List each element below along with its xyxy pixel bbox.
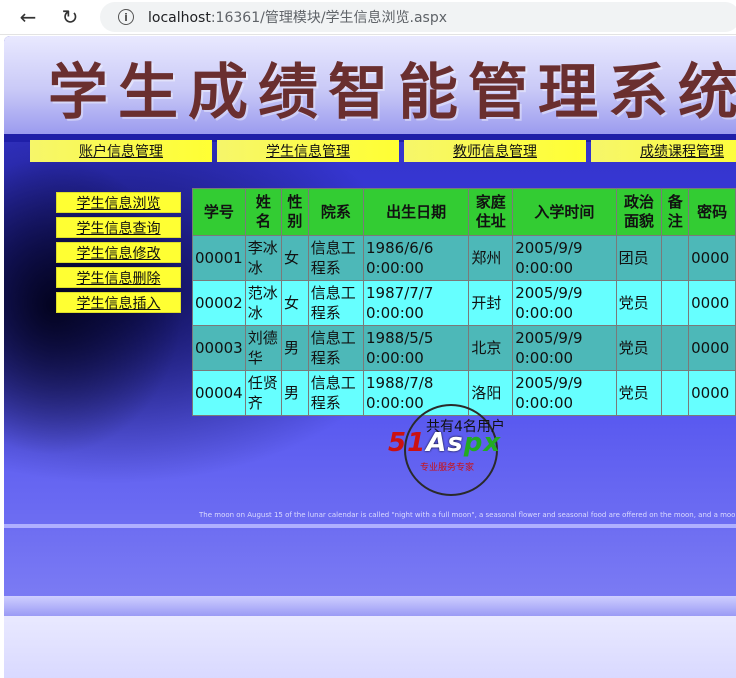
col-header: 性别: [280, 188, 309, 236]
table-cell: 00004: [192, 370, 246, 416]
left-menu-insert[interactable]: 学生信息插入: [56, 292, 181, 313]
footer-band: [4, 616, 736, 678]
table-row: 00002 范冰冰女信息工程系 1987/7/7 0:00:00 开封 2005/9/9…: [192, 280, 736, 326]
banner: 学生成绩智能管理系统: [4, 36, 736, 137]
col-header: 密码: [688, 188, 736, 236]
table-cell: 1987/7/7 0:00:00: [363, 280, 470, 326]
table-cell: 信息工程系: [307, 235, 365, 281]
top-menu: 账户信息管理 学生信息管理 教师信息管理 成绩课程管理: [30, 140, 736, 162]
table-cell: 00001: [192, 235, 246, 281]
table-cell: 洛阳: [468, 370, 514, 416]
left-menu-query[interactable]: 学生信息查询: [56, 217, 181, 238]
table-cell: 信息工程系: [307, 280, 365, 326]
table-cell: 开封: [468, 280, 514, 326]
table-row: 00003 刘德华男信息工程系 1988/5/5 0:00:00 北京 2005/9/9…: [192, 325, 736, 371]
table-cell: [661, 235, 690, 281]
col-header: 入学时间: [512, 188, 617, 236]
table-cell: 女: [280, 280, 309, 326]
table-cell: 党员: [615, 325, 663, 371]
col-header: 姓名: [244, 188, 282, 236]
watermark-subtitle: 专业服务专家: [420, 463, 475, 473]
left-menu-browse[interactable]: 学生信息浏览: [56, 192, 181, 213]
info-icon[interactable]: i: [118, 9, 134, 25]
back-arrow-icon[interactable]: ←: [16, 5, 40, 29]
table-cell: 0000: [688, 325, 736, 371]
page-body: 学生成绩智能管理系统 账户信息管理 学生信息管理 教师信息管理 成绩课程管理 学…: [4, 36, 736, 678]
footer-band: [4, 596, 736, 616]
url-text: localhost:16361/管理模块/学生信息浏览.aspx: [148, 10, 448, 26]
top-menu-account[interactable]: 账户信息管理: [30, 140, 212, 162]
table-cell: 男: [280, 325, 309, 371]
student-table: 学号 姓名 性别 院系 出生日期 家庭住址 入学时间 政治面貌 备注 密码 00…: [192, 188, 736, 416]
top-menu-teacher[interactable]: 教师信息管理: [404, 140, 586, 162]
user-count: 共有4名用户: [426, 419, 505, 435]
table-cell: 团员: [615, 235, 663, 281]
table-cell: 2005/9/9 0:00:00: [512, 280, 617, 326]
table-cell: 00002: [192, 280, 246, 326]
table-cell: [661, 325, 690, 371]
footer-caption: The moon on August 15 of the lunar calen…: [199, 511, 736, 519]
table-cell: 任贤齐: [244, 370, 282, 416]
left-menu-delete[interactable]: 学生信息删除: [56, 267, 181, 288]
table-cell: 2005/9/9 0:00:00: [512, 370, 617, 416]
banner-title: 学生成绩智能管理系统: [48, 58, 736, 128]
browser-toolbar: ← ↻ i localhost:16361/管理模块/学生信息浏览.aspx: [0, 0, 736, 35]
col-header: 学号: [192, 188, 246, 236]
table-cell: 女: [280, 235, 309, 281]
left-menu-modify[interactable]: 学生信息修改: [56, 242, 181, 263]
table-cell: 信息工程系: [307, 370, 365, 416]
table-row: 00001 李冰冰女信息工程系 1986/6/6 0:00:00 郑州 2005/9/9…: [192, 235, 736, 281]
table-cell: 2005/9/9 0:00:00: [512, 235, 617, 281]
table-cell: 1988/5/5 0:00:00: [363, 325, 470, 371]
table-cell: 信息工程系: [307, 325, 365, 371]
table-cell: 2005/9/9 0:00:00: [512, 325, 617, 371]
table-cell: 党员: [615, 370, 663, 416]
left-menu: 学生信息浏览 学生信息查询 学生信息修改 学生信息删除 学生信息插入: [56, 192, 181, 317]
address-bar[interactable]: i localhost:16361/管理模块/学生信息浏览.aspx: [100, 2, 736, 32]
col-header: 政治面貌: [615, 188, 663, 236]
col-header: 家庭住址: [468, 188, 514, 236]
top-menu-grades[interactable]: 成绩课程管理: [591, 140, 736, 162]
table-cell: 郑州: [468, 235, 514, 281]
col-header: 备注: [661, 188, 690, 236]
table-cell: 0000: [688, 280, 736, 326]
table-header-row: 学号 姓名 性别 院系 出生日期 家庭住址 入学时间 政治面貌 备注 密码: [192, 188, 736, 236]
table-cell: 刘德华: [244, 325, 282, 371]
top-menu-student[interactable]: 学生信息管理: [217, 140, 399, 162]
table-cell: 00003: [192, 325, 246, 371]
table-cell: [661, 370, 690, 416]
table-cell: [661, 280, 690, 326]
col-header: 出生日期: [363, 188, 470, 236]
table-cell: 党员: [615, 280, 663, 326]
table-cell: 0000: [688, 235, 736, 281]
table-cell: 1986/6/6 0:00:00: [363, 235, 470, 281]
table-cell: 男: [280, 370, 309, 416]
footer-band: [4, 524, 736, 528]
reload-icon[interactable]: ↻: [58, 5, 82, 29]
table-cell: 范冰冰: [244, 280, 282, 326]
col-header: 院系: [307, 188, 365, 236]
table-cell: 0000: [688, 370, 736, 416]
table-cell: 北京: [468, 325, 514, 371]
table-cell: 李冰冰: [244, 235, 282, 281]
